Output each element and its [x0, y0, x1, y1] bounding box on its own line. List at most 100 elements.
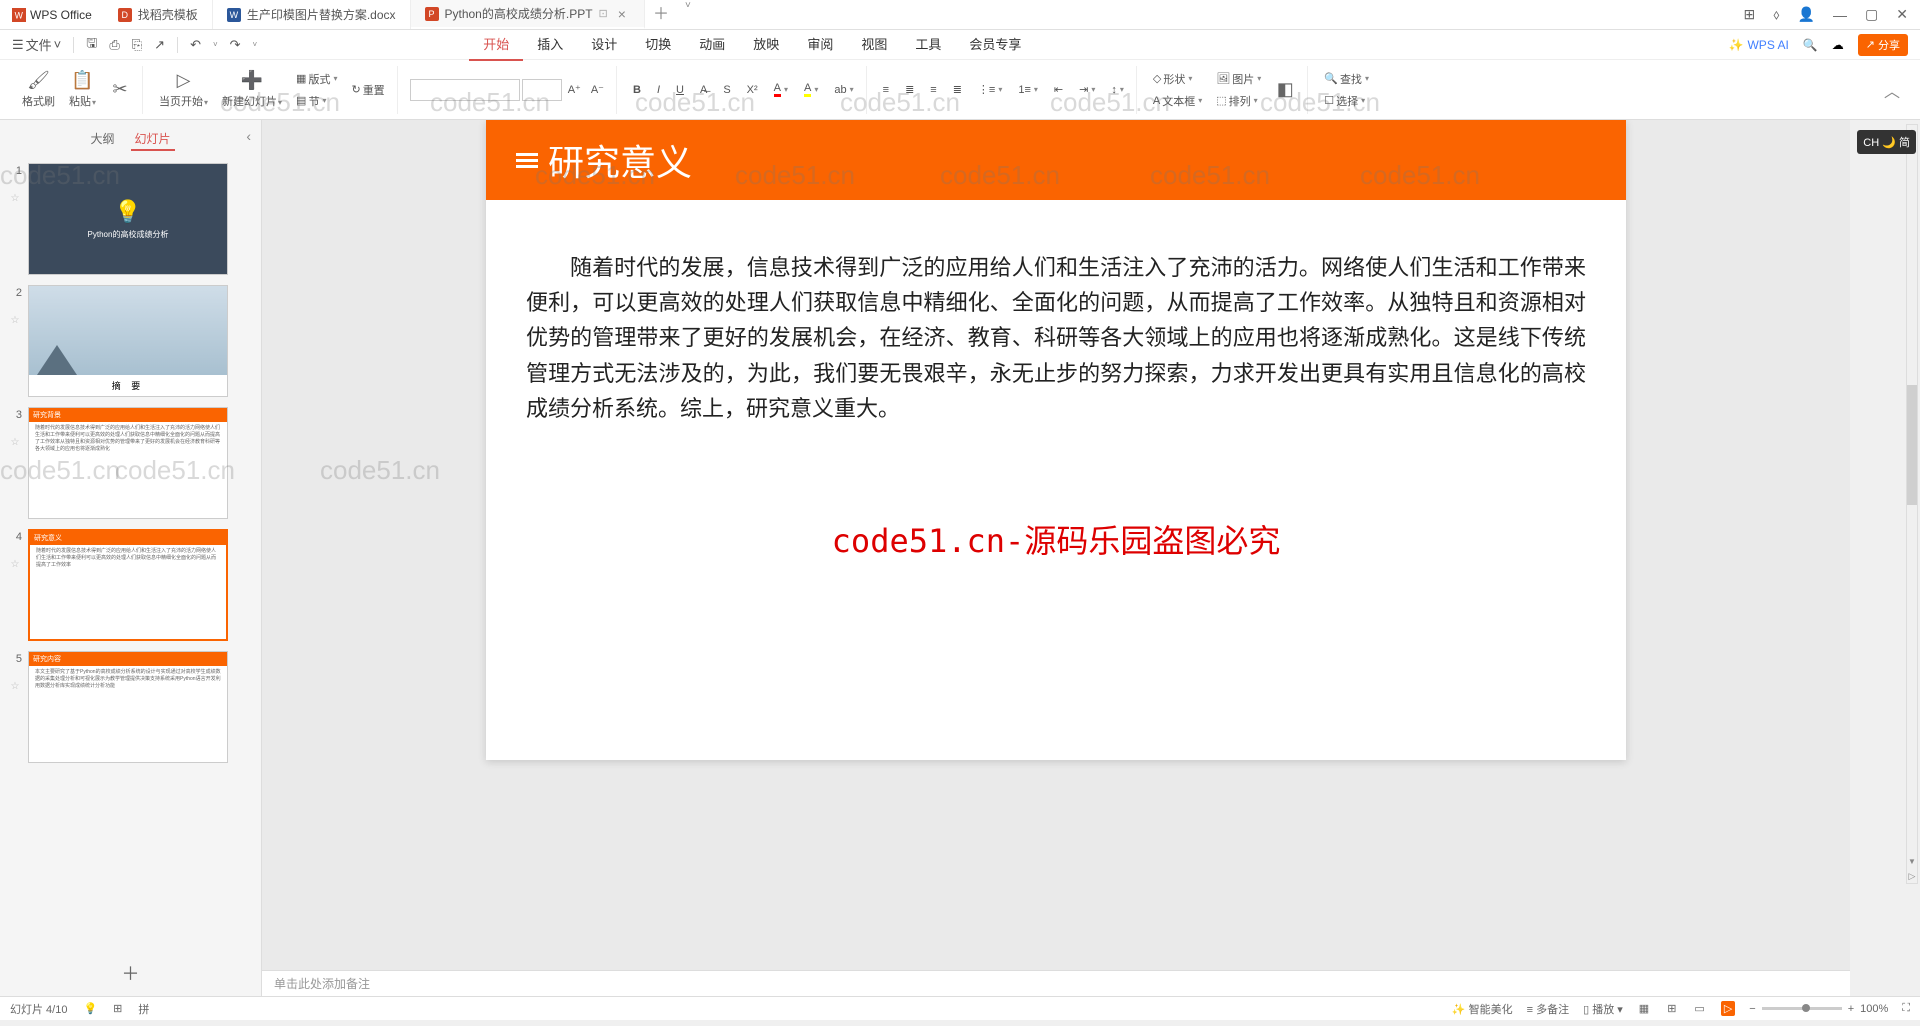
fill-button[interactable]: ◧	[1271, 77, 1299, 102]
align-right-icon[interactable]: ≡	[926, 82, 940, 98]
close-window-icon[interactable]: ✕	[1896, 6, 1908, 23]
increase-font-icon[interactable]: A⁺	[564, 81, 585, 98]
cloud-icon[interactable]: ☁	[1832, 38, 1844, 52]
mem-icon[interactable]: ⊞	[113, 1002, 122, 1015]
scroll-thumb[interactable]	[1907, 385, 1917, 505]
arrange-button[interactable]: ⬚ 排列▾	[1212, 91, 1265, 111]
fit-icon[interactable]: ⛶	[1902, 1002, 1910, 1015]
line-spacing-icon[interactable]: ↕▾	[1107, 82, 1128, 98]
add-slide-button[interactable]: ＋	[0, 950, 261, 996]
search-icon[interactable]: 🔍	[1803, 38, 1818, 52]
star-icon[interactable]: ☆	[11, 545, 20, 570]
view-slideshow-icon[interactable]: ▷	[1721, 1001, 1735, 1016]
view-reading-icon[interactable]: ▭	[1692, 1002, 1706, 1015]
paste-button[interactable]: 📋粘贴▾	[65, 68, 100, 111]
tab-docx[interactable]: W 生产印模图片替换方案.docx	[213, 0, 411, 29]
bold-icon[interactable]: B	[629, 82, 645, 98]
highlight-icon[interactable]: A▾	[800, 80, 822, 99]
strikethrough-icon[interactable]: S	[719, 82, 734, 98]
bulb-icon[interactable]: 💡	[83, 1002, 97, 1015]
justify-icon[interactable]: ≣	[949, 81, 966, 98]
tab-template[interactable]: D 找稻壳模板	[104, 0, 213, 29]
align-center-icon[interactable]: ≣	[901, 81, 918, 98]
lang-icon[interactable]: 拼	[138, 1001, 149, 1017]
align-left-icon[interactable]: ≡	[879, 82, 893, 98]
ime-badge[interactable]: CH 🌙 简	[1857, 130, 1916, 154]
cube-icon[interactable]: ⬨	[1773, 6, 1779, 23]
wps-ai-button[interactable]: ✨ WPS AI	[1729, 38, 1789, 52]
tab-ppt[interactable]: P Python的高校成绩分析.PPT ⊡ ×	[411, 0, 645, 29]
select-button[interactable]: ☐ 选择▾	[1320, 91, 1373, 111]
ribbon-tab-transition[interactable]: 切换	[631, 28, 685, 61]
shape-button[interactable]: ◇ 形状▾	[1149, 69, 1206, 89]
strike-icon[interactable]: A̶	[696, 82, 711, 98]
notes-placeholder[interactable]: 单击此处添加备注	[262, 970, 1850, 996]
picture-button[interactable]: 🖼 图片▾	[1212, 69, 1265, 89]
new-tab-caret[interactable]: ˅	[677, 0, 699, 29]
zoom-out-icon[interactable]: −	[1749, 1003, 1755, 1015]
zoom-slider[interactable]	[1762, 1007, 1842, 1010]
share-button[interactable]: ↗ 分享	[1858, 34, 1908, 56]
slide-thumb-1[interactable]: 💡Python的高校成绩分析	[28, 163, 228, 275]
slides-tab[interactable]: 幻灯片	[131, 128, 175, 151]
new-tab-button[interactable]: ＋	[645, 0, 677, 29]
star-icon[interactable]: ☆	[11, 301, 20, 326]
dialpad-icon[interactable]: ⊞	[1744, 6, 1756, 23]
vertical-scrollbar[interactable]: ▲ ▼ ▷	[1906, 124, 1918, 884]
redo-icon[interactable]: ↷	[230, 37, 241, 53]
ribbon-tab-animation[interactable]: 动画	[685, 28, 739, 61]
slide-thumb-4[interactable]: 研究意义随着时代的发展信息技术得到广泛的应用给人们和生活注入了充沛的活力网络使人…	[28, 529, 228, 641]
multi-notes[interactable]: ≡ 多备注	[1527, 1001, 1569, 1017]
undo-icon[interactable]: ↶	[190, 37, 201, 53]
print-icon[interactable]: ⎙	[109, 37, 119, 53]
view-normal-icon[interactable]: ▦	[1637, 1002, 1651, 1015]
italic-icon[interactable]: I	[653, 82, 664, 98]
maximize-icon[interactable]: ▢	[1865, 6, 1878, 23]
zoom-in-icon[interactable]: +	[1848, 1003, 1854, 1015]
play-menu[interactable]: ▯ 播放 ▾	[1583, 1001, 1623, 1017]
menu-button[interactable]: ☰ 文件 ˅	[12, 35, 61, 54]
bullets-icon[interactable]: ⋮≡▾	[974, 81, 1006, 98]
indent-dec-icon[interactable]: ⇤	[1050, 81, 1067, 98]
save-icon[interactable]: 🖫	[86, 34, 97, 56]
textbox-button[interactable]: A 文本框▾	[1149, 91, 1206, 111]
ribbon-tab-review[interactable]: 审阅	[793, 28, 847, 61]
outline-tab[interactable]: 大纲	[86, 128, 118, 151]
star-icon[interactable]: ☆	[11, 179, 20, 204]
close-icon[interactable]: ×	[614, 6, 630, 22]
avatar-icon[interactable]: 👤	[1798, 6, 1815, 23]
current-start-button[interactable]: ▷当页开始▾	[155, 68, 212, 111]
slide-thumb-3[interactable]: 研究背景随着时代的发展信息技术得到广泛的应用给人们和生活注入了充沛的活力网络使人…	[28, 407, 228, 519]
collapse-ribbon-icon[interactable]: ︿	[1874, 78, 1910, 102]
ribbon-tab-home[interactable]: 开始	[469, 28, 523, 61]
find-button[interactable]: 🔍 查找▾	[1320, 69, 1373, 89]
copy-button[interactable]: ✂	[106, 77, 134, 102]
font-color-icon[interactable]: A▾	[770, 80, 792, 99]
slide-canvas[interactable]: 研究意义 随着时代的发展，信息技术得到广泛的应用给人们和生活注入了充沛的活力。网…	[262, 120, 1850, 970]
ribbon-tab-design[interactable]: 设计	[577, 28, 631, 61]
slide-thumb-5[interactable]: 研究内容本文主要研究了基于Python的高校成绩分析系统的设计与实现通过对高校学…	[28, 651, 228, 763]
minimize-icon[interactable]: —	[1833, 7, 1847, 23]
ribbon-tab-member[interactable]: 会员专享	[955, 28, 1035, 61]
star-icon[interactable]: ☆	[11, 667, 20, 692]
layout-button[interactable]: ▦ 版式▾	[292, 69, 341, 89]
star-icon[interactable]: ☆	[11, 423, 20, 448]
superscript-icon[interactable]: X²	[743, 82, 762, 98]
reset-button[interactable]: ↻ 重置	[347, 80, 388, 100]
numbering-icon[interactable]: 1≡▾	[1014, 82, 1042, 98]
ribbon-tab-tools[interactable]: 工具	[901, 28, 955, 61]
smart-beautify[interactable]: ✨ 智能美化	[1452, 1001, 1513, 1017]
font-family-select[interactable]	[410, 79, 520, 101]
play-icon[interactable]: ▷	[1907, 869, 1917, 883]
section-button[interactable]: ▤ 节▾	[292, 91, 341, 111]
preview-icon[interactable]: ⎘	[132, 37, 142, 53]
decrease-font-icon[interactable]: A⁻	[587, 81, 608, 98]
export-icon[interactable]: ↗	[154, 37, 165, 53]
pin-icon[interactable]: ⊡	[599, 7, 608, 20]
ribbon-tab-view[interactable]: 视图	[847, 28, 901, 61]
new-slide-button[interactable]: ➕新建幻灯片▾	[218, 68, 286, 111]
ribbon-tab-slideshow[interactable]: 放映	[739, 28, 793, 61]
scroll-down-icon[interactable]: ▼	[1907, 855, 1917, 867]
format-painter-button[interactable]: 🖌格式刷	[18, 68, 59, 111]
font-size-select[interactable]	[522, 79, 562, 101]
